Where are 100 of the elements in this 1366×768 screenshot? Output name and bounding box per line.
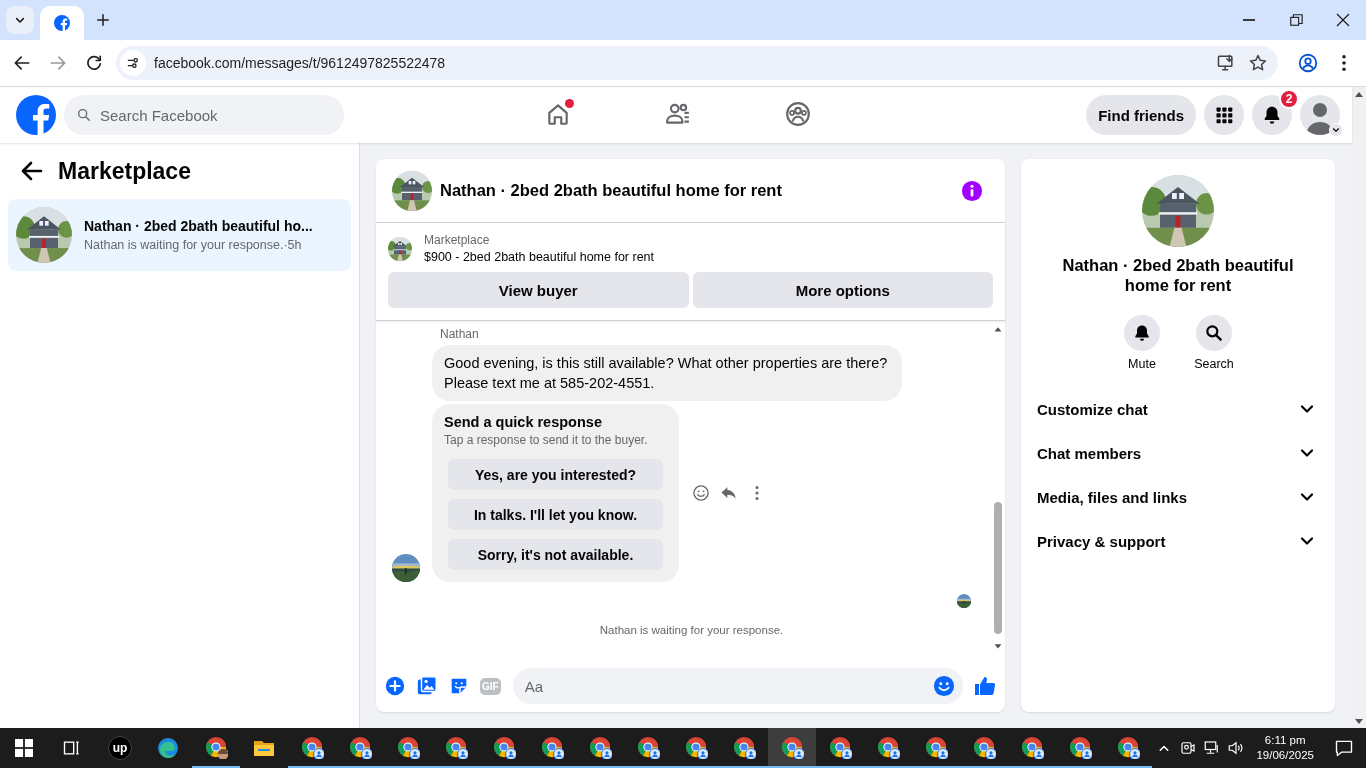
search-field[interactable]: Search Facebook bbox=[64, 95, 344, 135]
listing-label: Marketplace bbox=[424, 233, 491, 247]
thread-item[interactable]: Nathan · 2bed 2bath beautiful ho... Nathan is waiting for your response.·5h bbox=[8, 199, 351, 271]
browser-tab[interactable] bbox=[40, 6, 84, 40]
camera-icon[interactable] bbox=[1179, 739, 1198, 757]
grid-icon bbox=[1214, 105, 1234, 125]
chrome-icon bbox=[1116, 735, 1140, 759]
thread-preview: Nathan is waiting for your response.·5h bbox=[84, 238, 303, 252]
add-icon[interactable] bbox=[384, 675, 406, 697]
chrome-icon bbox=[396, 735, 420, 759]
taskbar-app[interactable]: up bbox=[96, 728, 144, 768]
chrome-icon bbox=[588, 735, 612, 759]
action-button[interactable]: More options bbox=[692, 272, 993, 308]
quick-reply-button[interactable]: Yes, are you interested? bbox=[448, 459, 663, 490]
avatar-icon bbox=[1300, 95, 1340, 135]
chrome-icon bbox=[636, 735, 660, 759]
sidebar-title: Marketplace bbox=[58, 157, 191, 185]
chrome-icon bbox=[300, 735, 324, 759]
site-info-button[interactable] bbox=[120, 50, 146, 76]
section-row[interactable]: Privacy & support bbox=[1037, 519, 1319, 563]
action-button[interactable]: View buyer bbox=[388, 272, 689, 308]
chrome-icon bbox=[828, 735, 852, 759]
edge-icon bbox=[156, 736, 180, 760]
message-icon bbox=[1334, 738, 1354, 758]
search-button[interactable] bbox=[1196, 315, 1232, 351]
back-icon bbox=[12, 53, 32, 73]
chrome-icon bbox=[444, 735, 468, 759]
card-title: Send a quick response bbox=[444, 414, 603, 430]
chrome-icon bbox=[972, 735, 996, 759]
chat-name: Nathan · 2bed 2bath beautiful home for rent bbox=[1061, 255, 1295, 295]
chrome-icon bbox=[876, 735, 900, 759]
emoji-icon[interactable] bbox=[933, 675, 955, 697]
chrome-icon bbox=[684, 735, 708, 759]
action-label: Search bbox=[1194, 357, 1234, 371]
install-icon[interactable] bbox=[1216, 53, 1236, 73]
chrome-icon bbox=[1020, 735, 1044, 759]
thread-title: Nathan · 2bed 2bath beautiful ho... bbox=[84, 218, 313, 234]
photo-icon[interactable] bbox=[416, 675, 438, 697]
taskbar-app[interactable] bbox=[768, 728, 816, 768]
notifications-button[interactable] bbox=[1252, 95, 1292, 135]
chrome-icon bbox=[348, 735, 372, 759]
section-label: Privacy & support bbox=[1037, 532, 1166, 550]
section-row[interactable]: Customize chat bbox=[1037, 387, 1319, 431]
status-text: Nathan is waiting for your response. bbox=[598, 624, 785, 636]
windows-icon bbox=[15, 739, 33, 757]
card-subtitle: Tap a response to send it to the buyer. bbox=[444, 433, 649, 447]
section-row[interactable]: Chat members bbox=[1037, 431, 1319, 475]
tab-list-button[interactable] bbox=[6, 6, 34, 34]
address-bar[interactable]: facebook.com/messages/t/9612497825522478 bbox=[116, 46, 1278, 80]
sliders-icon bbox=[125, 55, 141, 71]
upwork-logo: up bbox=[108, 736, 132, 760]
chat-title: Nathan · 2bed 2bath beautiful home for rent bbox=[440, 181, 782, 200]
search-icon bbox=[76, 107, 92, 123]
info-icon[interactable] bbox=[961, 179, 983, 202]
like-icon[interactable] bbox=[973, 674, 997, 698]
section-label: Customize chat bbox=[1037, 400, 1148, 418]
facebook-icon bbox=[54, 15, 70, 31]
clock-time[interactable]: 6:11 pm bbox=[1264, 733, 1306, 748]
forward-icon bbox=[48, 53, 68, 73]
page-scrollbar[interactable] bbox=[1352, 87, 1366, 728]
chrome-icon bbox=[732, 735, 756, 759]
message-bubble: Good evening, is this still available? What other properties are there? Please text me at 585-202-4551. bbox=[432, 345, 902, 401]
sender-name: Nathan bbox=[440, 327, 480, 341]
menu-button[interactable] bbox=[1204, 95, 1244, 135]
search-icon bbox=[1204, 323, 1224, 343]
action-label: Mute bbox=[1128, 357, 1156, 371]
chrome-icon bbox=[924, 735, 948, 759]
chrome-icon bbox=[780, 735, 804, 759]
plus-icon bbox=[94, 11, 112, 29]
section-label: Chat members bbox=[1037, 444, 1142, 462]
chrome-icon bbox=[540, 735, 564, 759]
menu-icon bbox=[1342, 55, 1346, 71]
facebook-logo[interactable] bbox=[16, 95, 56, 135]
url-text: facebook.com/messages/t/9612497825522478 bbox=[154, 55, 446, 71]
chrome-icon bbox=[1068, 735, 1092, 759]
profile-icon bbox=[1297, 52, 1319, 74]
section-row[interactable]: Media, files and links bbox=[1037, 475, 1319, 519]
close-icon bbox=[1335, 13, 1350, 27]
find-friends-button[interactable]: Find friends bbox=[1086, 95, 1196, 135]
quick-reply-button[interactable]: In talks. I'll let you know. bbox=[448, 499, 663, 530]
back-arrow-icon[interactable] bbox=[20, 159, 44, 183]
listing-title: $900 - 2bed 2bath beautiful home for rent bbox=[424, 250, 655, 264]
bell-icon bbox=[1132, 323, 1152, 343]
chrome-icon bbox=[204, 735, 228, 759]
clock-date[interactable]: 19/06/2025 bbox=[1256, 748, 1314, 763]
minimize-icon bbox=[1242, 19, 1255, 21]
message-field[interactable]: Aa bbox=[512, 668, 963, 704]
people-circle-icon bbox=[785, 100, 811, 127]
restore-icon bbox=[1288, 13, 1303, 27]
chrome-icon bbox=[492, 735, 516, 759]
account-button[interactable] bbox=[1300, 95, 1340, 135]
quick-reply-button[interactable]: Sorry, it's not available. bbox=[448, 539, 663, 570]
section-label: Media, files and links bbox=[1037, 488, 1188, 506]
bookmark-star-icon[interactable] bbox=[1248, 53, 1268, 73]
mute-button[interactable] bbox=[1124, 315, 1160, 351]
scrollbar-thumb[interactable] bbox=[994, 502, 1002, 634]
notification-count: 2 bbox=[1279, 89, 1299, 109]
reload-icon bbox=[84, 53, 104, 73]
caret-icon bbox=[1329, 123, 1343, 137]
smiley-icon[interactable] bbox=[691, 483, 711, 503]
